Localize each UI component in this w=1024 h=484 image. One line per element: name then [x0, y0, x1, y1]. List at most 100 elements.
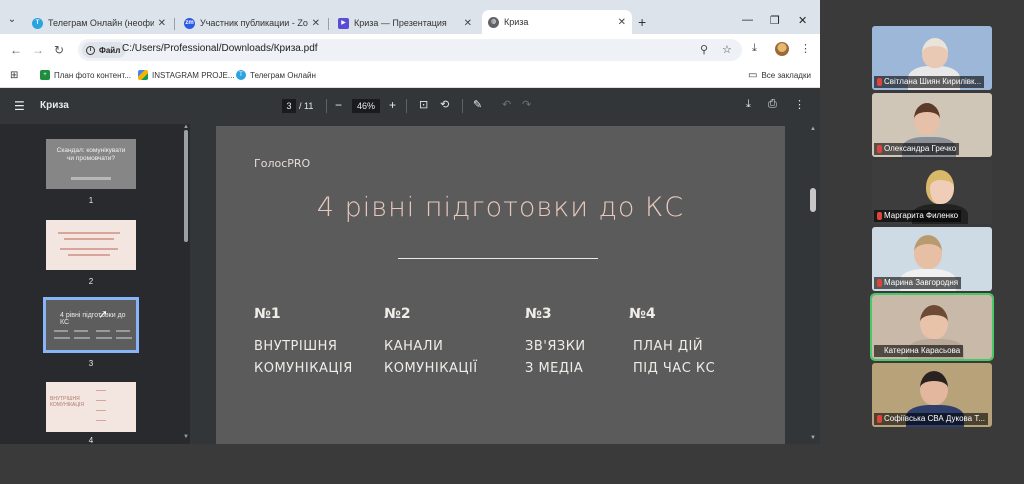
- participant-tile-1[interactable]: Світлана Шиян Кирилівк...: [872, 26, 992, 90]
- thumbnail-text: Скандал: комунікувати чи промовчати?: [56, 147, 126, 162]
- close-tab-icon[interactable]: ✕: [312, 18, 320, 29]
- close-tab-icon[interactable]: ✕: [158, 18, 166, 29]
- tab-presentation[interactable]: ▶ Криза — Презентация ✕: [332, 12, 478, 34]
- tab-title: Криза — Презентация: [354, 18, 447, 28]
- zoom-in-icon[interactable]: +: [389, 98, 396, 112]
- site-info-chip[interactable]: i Файл: [82, 42, 127, 58]
- thumbnail-line: [54, 337, 70, 339]
- participant-name-bar: Софіївська СВА Дукова Т...: [874, 413, 989, 425]
- all-bookmarks[interactable]: ▭ Все закладки: [748, 70, 811, 81]
- zoom-level-input[interactable]: 46%: [352, 99, 380, 113]
- participant-name-bar: Катерина Карасьова: [874, 345, 964, 357]
- restore-icon[interactable]: ❐: [770, 14, 780, 27]
- rotate-icon[interactable]: ⟲: [440, 98, 449, 111]
- tab-search-chevron-icon[interactable]: ⌄: [4, 12, 20, 28]
- column-label: КАНАЛИ КОМУНІКАЦІЇ: [384, 339, 478, 376]
- kebab-menu-icon[interactable]: ⋮: [794, 98, 805, 111]
- thumbnail-page-3-selected[interactable]: 4 рівні підготовки до КС: [43, 297, 139, 353]
- slides-icon: ▶: [338, 17, 349, 29]
- thumbnail-line: [74, 330, 88, 332]
- participant-face: [920, 305, 948, 339]
- close-tab-icon[interactable]: ✕: [464, 18, 472, 29]
- column-label: ЗВ'ЯЗКИ З МЕДІА: [525, 339, 586, 376]
- download-icon[interactable]: ⤓: [746, 98, 751, 111]
- thumbnail-number: 2: [88, 277, 94, 286]
- column-number: №2: [384, 306, 411, 322]
- thumbnail-text: ВНУТРІШНЯ КОМУНІКАЦІЯ: [50, 396, 85, 408]
- column-number: №3: [525, 306, 552, 322]
- thumbnail-line: [116, 337, 132, 339]
- thumbnail-sidebar: Скандал: комунікувати чи промовчати? 1 2…: [0, 124, 190, 444]
- kebab-menu-icon[interactable]: ⋮: [800, 42, 811, 55]
- zoom-out-icon[interactable]: −: [335, 98, 342, 112]
- thumbnail-page-2[interactable]: [46, 220, 136, 270]
- bookmark-instagram-project[interactable]: INSTAGRAM PROJE...: [138, 70, 235, 80]
- hamburger-menu-icon[interactable]: ☰: [14, 99, 25, 113]
- info-icon: i: [86, 45, 95, 55]
- slide-page-3: ГолосPRO 4 рівні підготовки до КС №1 ВНУ…: [216, 126, 785, 444]
- tab-zoom[interactable]: zm Участник публикации - Zoom ✕: [178, 12, 326, 34]
- back-arrow-icon[interactable]: ←: [10, 43, 22, 57]
- close-tab-icon[interactable]: ✕: [618, 17, 626, 28]
- bookmark-telegram[interactable]: T Телеграм Онлайн: [236, 70, 316, 80]
- tab-separator: [174, 18, 175, 30]
- scroll-up-arrow-icon[interactable]: ▲: [810, 126, 816, 132]
- undo-icon[interactable]: ↶: [502, 98, 511, 111]
- scroll-down-arrow-icon[interactable]: ▼: [183, 434, 189, 440]
- tab-kryza-active[interactable]: ◍ Криза ✕: [482, 10, 632, 34]
- participant-face: [922, 38, 948, 68]
- thumbnail-page-4[interactable]: ВНУТРІШНЯ КОМУНІКАЦІЯ: [46, 382, 136, 432]
- participant-name: Марина Завгородня: [884, 278, 959, 287]
- bookmark-label: План фото контент...: [54, 70, 131, 80]
- print-icon[interactable]: ⎙: [768, 98, 777, 111]
- participant-tile-6[interactable]: Софіївська СВА Дукова Т...: [872, 363, 992, 427]
- file-label: Файл: [99, 45, 121, 55]
- redo-icon[interactable]: ↷: [522, 98, 531, 111]
- forward-arrow-icon[interactable]: →: [32, 43, 44, 57]
- page-total: / 11: [299, 101, 314, 111]
- tab-title: Участник публикации - Zoom: [200, 18, 308, 28]
- url-text[interactable]: C:/Users/Professional/Downloads/Криза.pd…: [122, 43, 318, 54]
- participant-tile-5-speaking[interactable]: Катерина Карасьова: [870, 293, 994, 361]
- participant-tile-3[interactable]: Маргарита Филенко: [872, 160, 992, 224]
- minimize-icon[interactable]: —: [742, 14, 753, 26]
- tab-strip: ⌄ T Телеграм Онлайн (неофициал ✕ zm Учас…: [0, 0, 820, 34]
- bookmark-label: Телеграм Онлайн: [250, 70, 316, 80]
- page-number-input[interactable]: 3: [282, 99, 296, 113]
- participant-face: [920, 371, 948, 405]
- slide-title: 4 рівні підготовки до КС: [316, 192, 685, 223]
- main-scrollbar[interactable]: [810, 188, 816, 212]
- avatar[interactable]: [775, 42, 789, 56]
- scroll-down-arrow-icon[interactable]: ▼: [810, 435, 816, 441]
- tab-telegram[interactable]: T Телеграм Онлайн (неофициал ✕: [26, 12, 172, 34]
- bookmark-plan-foto[interactable]: + План фото контент...: [40, 70, 131, 80]
- mic-muted-icon: [877, 78, 882, 86]
- slide-divider: [398, 258, 598, 259]
- thumbnail-page-1[interactable]: Скандал: комунікувати чи промовчати?: [46, 139, 136, 189]
- sidebar-scrollbar[interactable]: [184, 130, 188, 242]
- telegram-icon: T: [236, 70, 246, 80]
- annotate-pen-icon[interactable]: ✎: [473, 98, 482, 111]
- thumbnail-line: [116, 330, 130, 332]
- mic-muted-icon: [877, 415, 882, 423]
- reload-icon[interactable]: ↻: [54, 43, 64, 57]
- participant-tile-4[interactable]: Марина Завгородня: [872, 227, 992, 291]
- participant-face: [926, 170, 954, 204]
- participant-name-bar: Світлана Шиян Кирилівк...: [874, 76, 985, 88]
- thumbnail-line: [96, 330, 110, 332]
- fit-page-icon[interactable]: ⊡: [419, 98, 428, 111]
- thumbnail-number: 4: [88, 436, 94, 444]
- participant-tile-2[interactable]: Олександра Гречко: [872, 93, 992, 157]
- thumbnail-line: [64, 238, 114, 240]
- column-label: ПЛАН ДІЙ ПІД ЧАС КС: [633, 339, 716, 376]
- thumbnail-line: [96, 410, 106, 411]
- participant-name: Світлана Шиян Кирилівк...: [884, 77, 982, 86]
- close-window-icon[interactable]: ✕: [798, 14, 807, 27]
- apps-grid-icon[interactable]: ⊞: [10, 70, 18, 81]
- zoom-magnifier-icon[interactable]: ⚲: [700, 43, 708, 56]
- drive-icon: [138, 70, 148, 80]
- address-bar[interactable]: i Файл C:/Users/Professional/Downloads/К…: [78, 39, 742, 61]
- bookmark-star-icon[interactable]: ☆: [722, 43, 732, 56]
- download-icon[interactable]: ⤓: [752, 42, 757, 55]
- new-tab-plus-icon[interactable]: +: [638, 14, 646, 30]
